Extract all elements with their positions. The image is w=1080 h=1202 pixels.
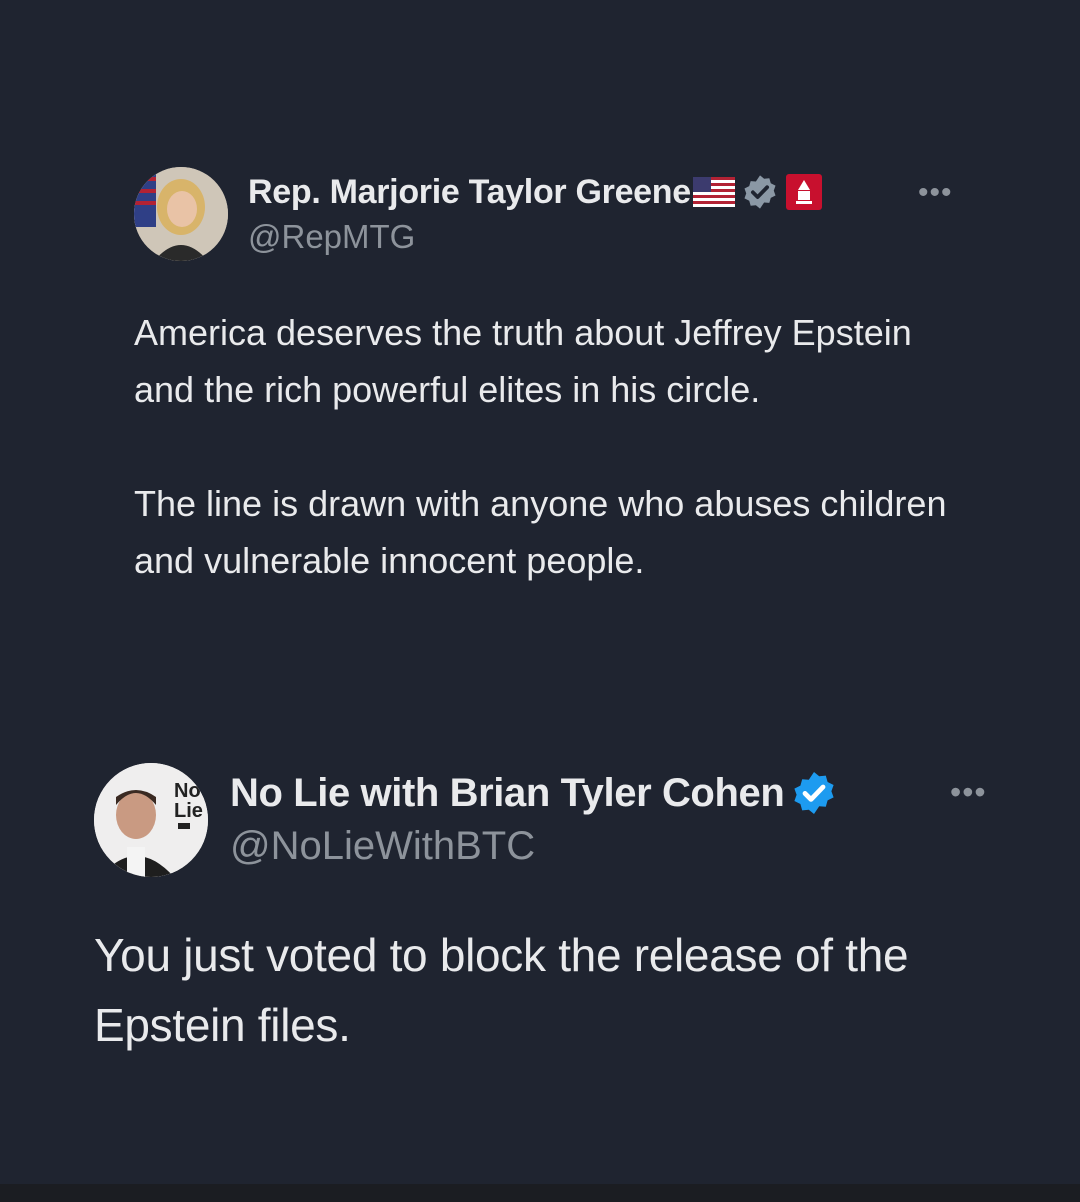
tweet-text: America deserves the truth about Jeffrey… — [134, 304, 954, 646]
tweet-paragraph: America deserves the truth about Jeffrey… — [134, 312, 912, 410]
tweet-repmtg: Rep. Marjorie Taylor Greene @RepMTG ••• … — [0, 0, 1080, 700]
author-handle[interactable]: @RepMTG — [248, 218, 415, 256]
logo-text-no: No — [174, 780, 201, 802]
house-affiliation-icon[interactable] — [785, 173, 823, 211]
avatar-repmtg[interactable] — [134, 167, 228, 261]
tweet-nolie: No Lie No Lie with Brian Tyler Cohen @No… — [0, 700, 1080, 1184]
verified-badge-icon[interactable] — [790, 769, 838, 817]
display-name[interactable]: No Lie with Brian Tyler Cohen — [230, 771, 785, 816]
author-name-row[interactable]: No Lie with Brian Tyler Cohen — [230, 768, 838, 818]
bottom-edge — [0, 1184, 1080, 1202]
author-handle[interactable]: @NoLieWithBTC — [230, 824, 535, 869]
display-name[interactable]: Rep. Marjorie Taylor Greene — [248, 173, 691, 212]
more-options-icon[interactable]: ••• — [950, 774, 987, 811]
us-flag-icon — [692, 177, 735, 207]
logo-text-lie: Lie — [174, 800, 203, 822]
author-name-row[interactable]: Rep. Marjorie Taylor Greene — [248, 170, 823, 214]
tweet-paragraph: The line is drawn with anyone who abuses… — [134, 483, 947, 581]
tweet-text: You just voted to block the release of t… — [94, 929, 909, 1051]
avatar-nolie[interactable]: No Lie — [94, 763, 208, 877]
more-options-icon[interactable]: ••• — [918, 176, 953, 210]
verified-badge-icon[interactable] — [741, 173, 779, 211]
